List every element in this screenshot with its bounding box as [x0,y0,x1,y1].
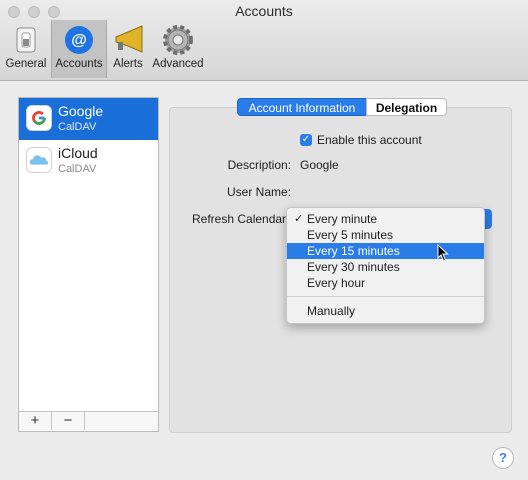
window-title: Accounts [235,3,293,19]
toolbar-alerts-label: Alerts [113,58,143,70]
megaphone-icon [115,25,143,53]
tab-account-information[interactable]: Account Information [237,98,367,116]
icloud-icon [26,147,52,173]
menu-item-every-hour[interactable]: Every hour [287,275,484,291]
menu-item-label: Every 30 minutes [307,260,400,274]
menu-item-manually[interactable]: Manually [287,303,484,319]
toolbar-general-label: General [5,58,47,70]
help-button[interactable]: ? [492,447,514,469]
menu-item-label: Manually [307,304,356,318]
account-name: Google [58,103,104,119]
toolbar-general[interactable]: General [4,20,48,78]
window-titlebar: Accounts General @ Accounts Alerts Advan… [0,0,528,81]
remove-account-button[interactable]: − [52,412,85,430]
switch-icon [16,27,36,53]
checkmark-icon: ✓ [294,213,304,225]
toolbar-alerts[interactable]: Alerts [108,20,148,78]
account-type: CalDAV [58,121,97,133]
accounts-list: Google CalDAV iCloud CalDAV + − [18,97,159,432]
toolbar-accounts-label: Accounts [55,58,103,70]
add-account-button[interactable]: + [19,412,52,430]
menu-item-label: Every minute [307,212,378,226]
account-item-google[interactable]: Google CalDAV [19,98,158,140]
menu-item-every-5-minutes[interactable]: Every 5 minutes [287,227,484,243]
toolbar-advanced-label: Advanced [152,58,204,70]
toolbar-accounts[interactable]: @ Accounts [51,20,107,78]
description-value[interactable]: Google [300,158,339,172]
menu-item-every-minute[interactable]: ✓ Every minute [287,211,484,227]
enable-account-label: Enable this account [317,133,422,147]
description-label: Description: [227,158,291,172]
gear-icon [163,25,193,55]
menu-item-every-15-minutes[interactable]: Every 15 minutes [287,243,484,259]
menu-item-label: Every 15 minutes [307,244,400,258]
account-name: iCloud [58,145,98,161]
tab-delegation[interactable]: Delegation [366,98,447,116]
refresh-calendars-label: Refresh Calendars [192,212,293,226]
list-controls: + − [19,411,158,431]
toolbar-advanced[interactable]: Advanced [150,20,206,78]
at-sign-icon: @ [65,26,93,54]
menu-separator [287,296,484,297]
enable-account-checkbox[interactable]: ✓ [300,134,312,146]
google-icon [26,105,52,131]
menu-item-every-30-minutes[interactable]: Every 30 minutes [287,259,484,275]
menu-item-label: Every 5 minutes [307,228,394,242]
mouse-pointer-icon [437,244,449,262]
username-label: User Name: [226,185,291,199]
svg-text:@: @ [71,32,87,49]
account-item-icloud[interactable]: iCloud CalDAV [19,140,158,182]
menu-item-label: Every hour [307,276,366,290]
account-type: CalDAV [58,163,97,175]
refresh-interval-menu: ✓ Every minute Every 5 minutes Every 15 … [286,207,485,324]
